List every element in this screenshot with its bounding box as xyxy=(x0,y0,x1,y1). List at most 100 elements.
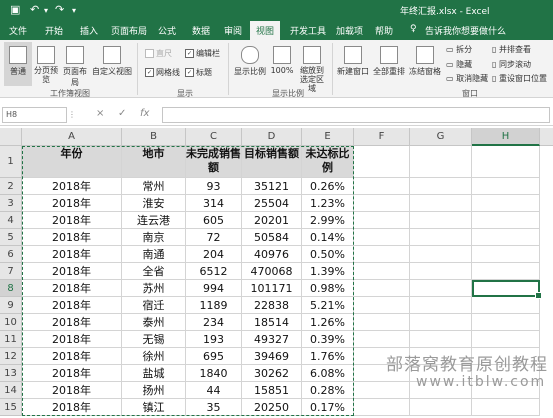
table-cell[interactable]: 无锡 xyxy=(122,331,186,348)
sync-scroll-button[interactable]: ▯ 同步滚动 xyxy=(492,59,531,70)
hide-button[interactable]: ▭ 隐藏 xyxy=(446,59,472,70)
table-cell[interactable]: 1.39% xyxy=(302,263,354,280)
split-button[interactable]: ▭ 拆分 xyxy=(446,44,472,55)
cell[interactable] xyxy=(472,246,540,263)
table-cell[interactable]: 25504 xyxy=(242,195,302,212)
cell[interactable] xyxy=(410,146,472,178)
formula-input[interactable] xyxy=(162,107,550,123)
cell[interactable] xyxy=(410,297,472,314)
cell[interactable] xyxy=(472,212,540,229)
column-header-h[interactable]: H xyxy=(472,128,540,146)
row-header[interactable]: 10 xyxy=(0,314,22,331)
column-header-c[interactable]: C xyxy=(186,128,242,146)
custom-views-button[interactable]: 自定义视图 xyxy=(92,42,132,86)
table-cell[interactable]: 常州 xyxy=(122,178,186,195)
table-cell[interactable]: 93 xyxy=(186,178,242,195)
table-cell[interactable]: 101171 xyxy=(242,280,302,297)
tab-home[interactable]: 开始 xyxy=(45,24,63,37)
redo-icon[interactable]: ↷ xyxy=(55,3,64,16)
table-cell[interactable]: 淮安 xyxy=(122,195,186,212)
active-cell-h8[interactable] xyxy=(472,280,542,299)
row-header[interactable]: 7 xyxy=(0,263,22,280)
tab-insert[interactable]: 插入 xyxy=(80,24,98,37)
table-cell[interactable]: 470068 xyxy=(242,263,302,280)
table-header-cell[interactable]: 年份 xyxy=(22,146,122,178)
cell[interactable] xyxy=(472,195,540,212)
table-cell[interactable]: 204 xyxy=(186,246,242,263)
row-header[interactable]: 13 xyxy=(0,365,22,382)
cell[interactable] xyxy=(410,246,472,263)
table-cell[interactable]: 全省 xyxy=(122,263,186,280)
table-cell[interactable]: 72 xyxy=(186,229,242,246)
cell[interactable] xyxy=(354,146,410,178)
select-all-corner[interactable] xyxy=(0,128,22,146)
table-cell[interactable]: 2018年 xyxy=(22,195,122,212)
cell[interactable] xyxy=(410,178,472,195)
new-window-button[interactable]: 新建窗口 xyxy=(336,42,370,86)
table-cell[interactable]: 南通 xyxy=(122,246,186,263)
cell[interactable] xyxy=(354,229,410,246)
table-cell[interactable]: 39469 xyxy=(242,348,302,365)
table-cell[interactable]: 1.23% xyxy=(302,195,354,212)
table-cell[interactable]: 镇江 xyxy=(122,399,186,416)
cell[interactable] xyxy=(472,229,540,246)
cell[interactable] xyxy=(410,280,472,297)
table-cell[interactable]: 22838 xyxy=(242,297,302,314)
row-header[interactable]: 9 xyxy=(0,297,22,314)
table-cell[interactable]: 2018年 xyxy=(22,246,122,263)
column-header-a[interactable]: A xyxy=(22,128,122,146)
table-cell[interactable]: 盐城 xyxy=(122,365,186,382)
column-header-f[interactable]: F xyxy=(354,128,410,146)
table-cell[interactable]: 0.28% xyxy=(302,382,354,399)
cell[interactable] xyxy=(354,246,410,263)
table-cell[interactable]: 30262 xyxy=(242,365,302,382)
table-cell[interactable]: 2018年 xyxy=(22,348,122,365)
row-header[interactable]: 4 xyxy=(0,212,22,229)
table-cell[interactable]: 994 xyxy=(186,280,242,297)
cell[interactable] xyxy=(472,297,540,314)
cell[interactable] xyxy=(410,212,472,229)
arrange-all-button[interactable]: 全部重排 xyxy=(372,42,406,86)
table-header-cell[interactable]: 未完成销售额 xyxy=(186,146,242,178)
cell[interactable] xyxy=(472,178,540,195)
row-header[interactable]: 3 xyxy=(0,195,22,212)
table-cell[interactable]: 2018年 xyxy=(22,399,122,416)
table-cell[interactable]: 徐州 xyxy=(122,348,186,365)
cell[interactable] xyxy=(354,178,410,195)
insert-function-icon[interactable]: fx xyxy=(140,108,149,119)
table-cell[interactable]: 49327 xyxy=(242,331,302,348)
cell[interactable] xyxy=(410,229,472,246)
table-cell[interactable]: 15851 xyxy=(242,382,302,399)
table-cell[interactable]: 20201 xyxy=(242,212,302,229)
row-header[interactable]: 8 xyxy=(0,280,22,297)
table-cell[interactable]: 南京 xyxy=(122,229,186,246)
page-break-preview-button[interactable]: 分页预览 xyxy=(34,42,58,86)
row-header[interactable]: 2 xyxy=(0,178,22,195)
table-cell[interactable]: 苏州 xyxy=(122,280,186,297)
table-cell[interactable]: 35 xyxy=(186,399,242,416)
cell[interactable] xyxy=(354,297,410,314)
column-header-g[interactable]: G xyxy=(410,128,472,146)
table-cell[interactable]: 2018年 xyxy=(22,263,122,280)
formula-bar-checkbox[interactable]: ✓ 编辑栏 xyxy=(185,48,220,59)
column-header-b[interactable]: B xyxy=(122,128,186,146)
table-cell[interactable]: 2018年 xyxy=(22,229,122,246)
table-cell[interactable]: 50584 xyxy=(242,229,302,246)
cell[interactable] xyxy=(410,399,472,416)
cell[interactable] xyxy=(354,331,410,348)
cell[interactable] xyxy=(472,399,540,416)
table-cell[interactable]: 5.21% xyxy=(302,297,354,314)
save-icon[interactable]: ▣ xyxy=(10,3,20,16)
cell[interactable] xyxy=(410,263,472,280)
view-side-by-side-button[interactable]: ▯ 并排查看 xyxy=(492,44,531,55)
table-cell[interactable]: 44 xyxy=(186,382,242,399)
table-cell[interactable]: 0.17% xyxy=(302,399,354,416)
cell[interactable] xyxy=(472,314,540,331)
table-cell[interactable]: 2018年 xyxy=(22,314,122,331)
table-cell[interactable]: 宿迁 xyxy=(122,297,186,314)
table-cell[interactable]: 193 xyxy=(186,331,242,348)
table-cell[interactable]: 2.99% xyxy=(302,212,354,229)
tab-page-layout[interactable]: 页面布局 xyxy=(111,24,147,37)
zoom-to-selection-button[interactable]: 缩放到选定区域 xyxy=(297,42,327,93)
name-box[interactable]: H8 xyxy=(2,107,67,123)
